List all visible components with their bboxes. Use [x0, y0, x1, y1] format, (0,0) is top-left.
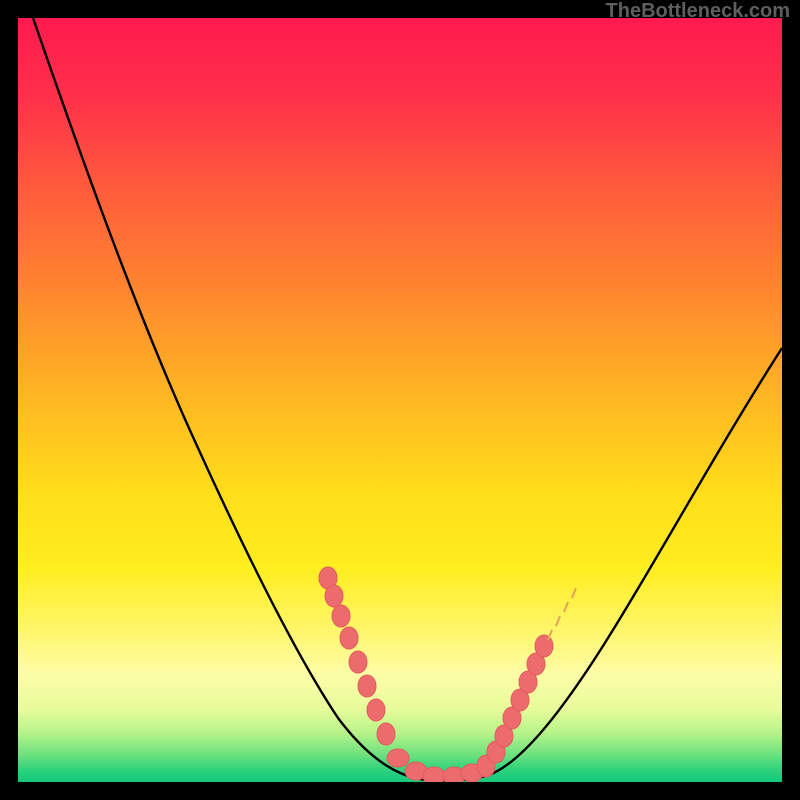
gradient-background: [18, 18, 782, 782]
chart-svg: [18, 18, 782, 782]
chart-frame: TheBottleneck.com: [0, 0, 800, 800]
chart-plot-area: [18, 18, 782, 782]
watermark-text: TheBottleneck.com: [606, 0, 790, 23]
